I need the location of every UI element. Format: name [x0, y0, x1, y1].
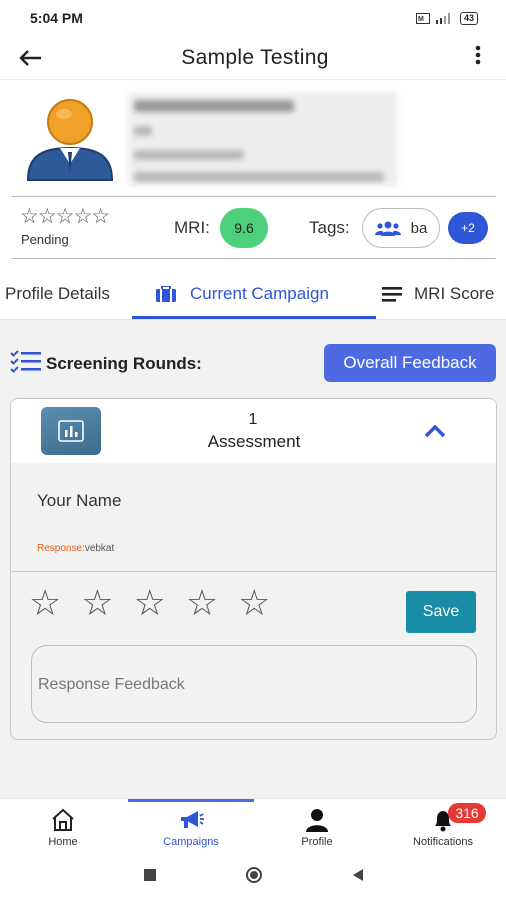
app-bar: Sample Testing	[0, 36, 506, 80]
profile-header	[0, 84, 506, 196]
profile-info-blurred	[128, 92, 398, 186]
person-icon	[306, 809, 328, 832]
nav-home[interactable]: Home	[0, 799, 126, 851]
divider	[12, 196, 496, 197]
mri-label: MRI:	[174, 218, 210, 237]
response-line: Response:vebkat	[37, 543, 114, 554]
nav-campaigns[interactable]: Campaigns	[128, 799, 254, 851]
megaphone-icon	[181, 811, 204, 828]
tab-mri-score[interactable]: MRI Score	[382, 270, 494, 318]
more-options-button[interactable]	[450, 45, 506, 71]
feedback-placeholder: Response Feedback	[38, 676, 185, 693]
back-triangle-icon[interactable]	[350, 867, 366, 883]
save-button[interactable]: Save	[406, 591, 476, 633]
home-icon	[52, 808, 74, 831]
meta-row: ☆☆☆☆☆ Pending MRI: 9.6 Tags: ba +2	[0, 200, 506, 256]
divider	[11, 571, 496, 572]
status-label: Pending	[21, 232, 69, 247]
star-icon[interactable]: ☆	[186, 585, 218, 621]
response-rating: ☆ ☆ ☆ ☆ ☆	[29, 585, 270, 621]
tag-chip[interactable]: ba	[362, 208, 440, 248]
tab-profile-details[interactable]: Profile Details	[5, 270, 110, 318]
menu-lines-icon	[382, 287, 402, 302]
active-tab-indicator	[132, 316, 376, 319]
tab-current-campaign[interactable]: Current Campaign	[156, 270, 329, 318]
cast-icon: M	[415, 12, 430, 24]
bottom-navigation: Home Campaigns Profile Notifications 316	[0, 798, 506, 850]
nav-label: Campaigns	[163, 836, 219, 848]
tab-label: MRI Score	[414, 284, 495, 303]
group-icon	[374, 221, 401, 236]
signal-icon	[435, 12, 450, 24]
home-circle-icon[interactable]	[243, 867, 265, 883]
tag-text: ba	[410, 219, 428, 237]
question-label: Your Name	[37, 491, 122, 510]
nav-label: Notifications	[413, 836, 473, 848]
notification-count-badge: 316	[448, 803, 486, 823]
assessment-title: Assessment	[207, 432, 301, 451]
star-icon[interactable]: ☆	[29, 585, 61, 621]
checklist-icon	[10, 350, 41, 373]
response-feedback-input[interactable]: Response Feedback	[31, 645, 477, 723]
screening-rounds-label: Screening Rounds:	[46, 354, 202, 373]
tags-label: Tags:	[309, 218, 350, 237]
nav-notifications[interactable]: Notifications	[380, 799, 506, 851]
response-key: Response:	[37, 543, 85, 554]
back-button[interactable]	[0, 44, 60, 72]
overall-feedback-button[interactable]: Overall Feedback	[324, 344, 496, 382]
tab-label: Current Campaign	[190, 284, 329, 303]
mri-badge: 9.6	[220, 208, 268, 248]
chevron-up-icon[interactable]	[421, 417, 449, 445]
response-value: vebkat	[84, 543, 115, 554]
star-icon[interactable]: ☆	[238, 585, 270, 621]
more-vertical-icon	[475, 45, 481, 64]
status-time: 5:04 PM	[30, 10, 83, 26]
assessment-number: 1	[248, 411, 258, 428]
nav-profile[interactable]: Profile	[254, 799, 380, 851]
chart-icon	[41, 407, 101, 455]
tab-bar: Profile Details Current Campaign MRI Sco…	[0, 270, 506, 320]
screening-rounds-header: Screening Rounds: Overall Feedback	[10, 344, 496, 384]
status-icons: M 43	[415, 11, 478, 25]
star-icon[interactable]: ☆	[134, 585, 166, 621]
assessment-card: 1 Assessment Your Name Response:vebkat ☆…	[10, 398, 497, 740]
svg-text:M: M	[418, 16, 424, 23]
nav-label: Profile	[301, 836, 333, 848]
status-bar: 5:04 PM M 43	[0, 0, 506, 36]
divider	[12, 258, 496, 259]
star-icon[interactable]: ☆	[81, 585, 113, 621]
battery-icon: 43	[459, 11, 478, 25]
page-title: Sample Testing	[181, 45, 329, 69]
user-avatar-icon	[26, 99, 114, 181]
system-navigation-bar	[0, 850, 506, 900]
candidate-rating: ☆☆☆☆☆	[20, 205, 110, 228]
nav-label: Home	[48, 836, 78, 848]
assessment-header[interactable]: 1 Assessment	[11, 399, 496, 463]
briefcase-icon	[156, 286, 176, 302]
tab-label: Profile Details	[5, 284, 110, 303]
more-tags-button[interactable]: +2	[448, 212, 488, 244]
arrow-left-icon	[19, 49, 41, 66]
recent-apps-icon[interactable]	[142, 867, 158, 883]
campaign-content: Screening Rounds: Overall Feedback 1 Ass…	[0, 320, 506, 798]
